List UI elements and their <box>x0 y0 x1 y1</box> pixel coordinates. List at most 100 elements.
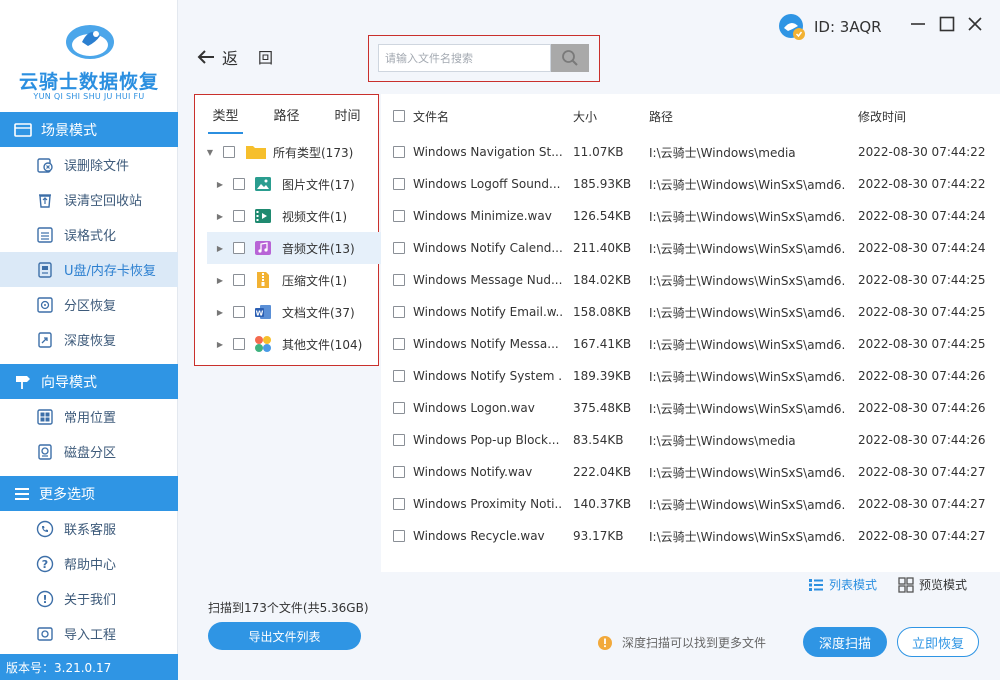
recover-now-button[interactable]: 立即恢复 <box>897 627 979 657</box>
row-checkbox[interactable] <box>393 402 405 414</box>
checkbox[interactable] <box>233 274 245 286</box>
cell-modified: 2022-08-30 07:44:27 <box>858 497 986 511</box>
row-checkbox-cell[interactable] <box>393 232 405 264</box>
sidebar-item-label: 误格式化 <box>64 229 117 244</box>
sidebar-item-disk-partition[interactable]: 磁盘分区 <box>0 434 178 469</box>
row-checkbox[interactable] <box>393 370 405 382</box>
row-checkbox[interactable] <box>393 242 405 254</box>
row-checkbox-cell[interactable] <box>393 392 405 424</box>
maximize-button[interactable] <box>937 12 957 36</box>
table-row[interactable]: Windows Message Nud... 184.02KB I:\云骑士\W… <box>381 264 1000 296</box>
row-checkbox[interactable] <box>393 530 405 542</box>
sidebar-item-usb-recovery[interactable]: U盘/内存卡恢复 <box>0 252 178 287</box>
row-checkbox[interactable] <box>393 466 405 478</box>
sidebar-item-recycle-bin[interactable]: 误清空回收站 <box>0 182 178 217</box>
row-checkbox[interactable] <box>393 274 405 286</box>
checkbox[interactable] <box>233 306 245 318</box>
account-info[interactable]: ID: 3AQR <box>778 13 882 41</box>
tab-time[interactable]: 时间 <box>332 101 362 128</box>
tab-path[interactable]: 路径 <box>271 101 301 128</box>
table-row[interactable]: Windows Notify.wav 222.04KB I:\云骑士\Windo… <box>381 456 1000 488</box>
caret-right-icon[interactable]: ▶ <box>215 276 225 285</box>
sidebar-item-partition-recovery[interactable]: 分区恢复 <box>0 287 178 322</box>
caret-down-icon[interactable]: ▼ <box>205 148 215 157</box>
sidebar-item-deep-recovery[interactable]: 深度恢复 <box>0 322 178 357</box>
sidebar-item-contact-support[interactable]: 联系客服 <box>0 511 178 546</box>
checkbox[interactable] <box>233 242 245 254</box>
row-checkbox[interactable] <box>393 434 405 446</box>
tree-row-others[interactable]: ▶ 其他文件(104) <box>195 328 378 360</box>
table-row[interactable]: Windows Recycle.wav 93.17KB I:\云骑士\Windo… <box>381 520 1000 552</box>
row-checkbox-cell[interactable] <box>393 360 405 392</box>
column-header-path[interactable]: 路径 <box>649 100 673 132</box>
search-input[interactable] <box>378 44 551 72</box>
sidebar-item-help-center[interactable]: ? 帮助中心 <box>0 546 178 581</box>
select-all-checkbox-cell[interactable] <box>393 100 405 132</box>
preview-view-toggle[interactable]: 预览模式 <box>898 576 967 593</box>
table-row[interactable]: Windows Minimize.wav 126.54KB I:\云骑士\Win… <box>381 200 1000 232</box>
row-checkbox-cell[interactable] <box>393 520 405 552</box>
table-row[interactable]: Windows Pop-up Block... 83.54KB I:\云骑士\W… <box>381 424 1000 456</box>
column-header-size[interactable]: 大小 <box>573 100 597 132</box>
checkbox[interactable] <box>223 146 235 158</box>
sidebar-item-common-locations[interactable]: 常用位置 <box>0 399 178 434</box>
cell-modified: 2022-08-30 07:44:26 <box>858 401 986 415</box>
table-row[interactable]: Windows Notify Messa... 167.41KB I:\云骑士\… <box>381 328 1000 360</box>
table-row[interactable]: Windows Notify Email.w... 158.08KB I:\云骑… <box>381 296 1000 328</box>
row-checkbox-cell[interactable] <box>393 136 405 168</box>
caret-right-icon[interactable]: ▶ <box>215 308 225 317</box>
row-checkbox-cell[interactable] <box>393 296 405 328</box>
list-view-toggle[interactable]: 列表模式 <box>808 576 877 593</box>
search-button[interactable] <box>551 44 589 72</box>
tab-type[interactable]: 类型 <box>208 101 243 134</box>
caret-right-icon[interactable]: ▶ <box>215 180 225 189</box>
tree-row-videos[interactable]: ▶ 视频文件(1) <box>195 200 378 232</box>
minimize-button[interactable] <box>908 12 928 36</box>
tree-row-documents[interactable]: ▶ W 文档文件(37) <box>195 296 378 328</box>
table-row[interactable]: Windows Notify System ... 189.39KB I:\云骑… <box>381 360 1000 392</box>
tree-row-audio[interactable]: ▶ 音频文件(13) <box>207 232 383 264</box>
checkbox[interactable] <box>233 210 245 222</box>
checkbox[interactable] <box>233 178 245 190</box>
row-checkbox[interactable] <box>393 338 405 350</box>
caret-right-icon[interactable]: ▶ <box>215 244 225 253</box>
export-file-list-button[interactable]: 导出文件列表 <box>208 622 361 650</box>
delete-file-icon <box>37 157 53 173</box>
row-checkbox-cell[interactable] <box>393 488 405 520</box>
row-checkbox-cell[interactable] <box>393 424 405 456</box>
column-header-modified[interactable]: 修改时间 <box>858 100 906 132</box>
tree-row-images[interactable]: ▶ 图片文件(17) <box>195 168 378 200</box>
tree-row-all-types[interactable]: ▼ 所有类型(173) <box>195 136 378 168</box>
table-row[interactable]: Windows Notify Calend... 211.40KB I:\云骑士… <box>381 232 1000 264</box>
deep-scan-button[interactable]: 深度扫描 <box>803 627 887 657</box>
table-row[interactable]: Windows Proximity Noti... 140.37KB I:\云骑… <box>381 488 1000 520</box>
sidebar-item-import-project[interactable]: 导入工程 <box>0 616 178 651</box>
back-button[interactable]: 返 <box>196 45 238 69</box>
table-row[interactable]: Windows Navigation St... 11.07KB I:\云骑士\… <box>381 136 1000 168</box>
checkbox[interactable] <box>233 338 245 350</box>
row-checkbox-cell[interactable] <box>393 264 405 296</box>
select-all-checkbox[interactable] <box>393 110 405 122</box>
sidebar-item-format[interactable]: 误格式化 <box>0 217 178 252</box>
row-checkbox[interactable] <box>393 498 405 510</box>
caret-right-icon[interactable]: ▶ <box>215 340 225 349</box>
cell-name: Windows Message Nud... <box>413 273 563 287</box>
info-warning-icon <box>598 635 612 650</box>
row-checkbox[interactable] <box>393 210 405 222</box>
row-checkbox[interactable] <box>393 306 405 318</box>
row-checkbox[interactable] <box>393 178 405 190</box>
table-row[interactable]: Windows Logon.wav 375.48KB I:\云骑士\Window… <box>381 392 1000 424</box>
row-checkbox-cell[interactable] <box>393 168 405 200</box>
row-checkbox[interactable] <box>393 146 405 158</box>
caret-right-icon[interactable]: ▶ <box>215 212 225 221</box>
close-button[interactable] <box>965 12 985 36</box>
sidebar-item-deleted-files[interactable]: 误删除文件 <box>0 147 178 182</box>
table-row[interactable]: Windows Logoff Sound... 185.93KB I:\云骑士\… <box>381 168 1000 200</box>
row-checkbox-cell[interactable] <box>393 456 405 488</box>
tree-row-archives[interactable]: ▶ 压缩文件(1) <box>195 264 378 296</box>
row-checkbox-cell[interactable] <box>393 200 405 232</box>
column-header-name[interactable]: 文件名 <box>413 100 449 132</box>
row-checkbox-cell[interactable] <box>393 328 405 360</box>
sidebar-item-about[interactable]: ! 关于我们 <box>0 581 178 616</box>
disk-partition-icon <box>38 443 52 460</box>
